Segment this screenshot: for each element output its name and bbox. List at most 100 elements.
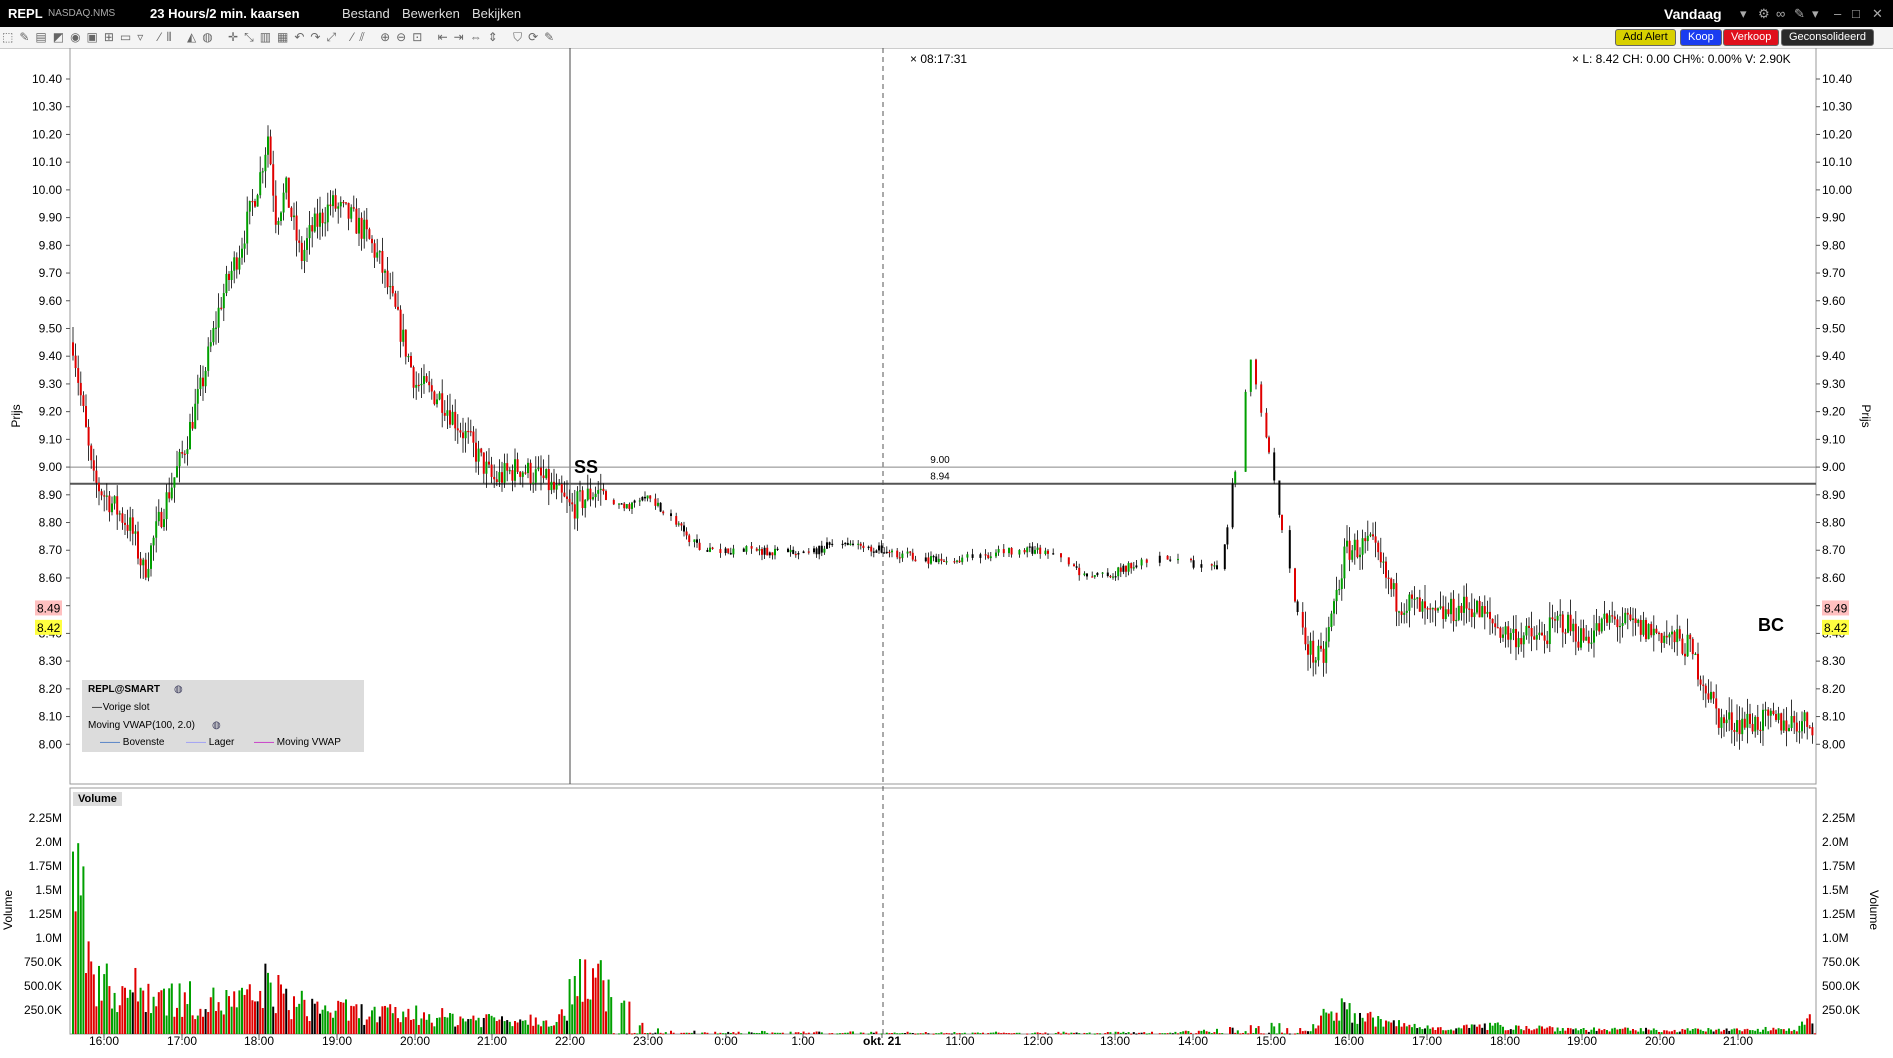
volume-bar [1814,1033,1816,1035]
close-icon[interactable]: ✕ [1872,6,1883,22]
volume-bar [1125,1033,1127,1035]
volume-bar [581,1001,584,1034]
volume-bar [1624,1027,1627,1034]
sell-button[interactable]: Verkoop [1723,29,1780,46]
candle-body [82,395,85,406]
gear-icon[interactable]: ⚙ [1758,6,1770,22]
volume-bar [542,1020,545,1034]
candle-body [1660,633,1663,643]
candle-body [857,543,860,545]
candle-body [157,511,160,522]
candle-body [628,504,631,509]
consolidated-button[interactable]: Geconsolideerd [1781,29,1875,46]
candle-body [456,428,459,431]
y-tick-label: 8.60 [39,571,63,585]
candle-body [1366,535,1369,542]
pin-icon[interactable]: ✎ [1794,6,1805,22]
volume-bar [204,1009,207,1034]
candle-body [940,558,943,561]
volume-bar [142,990,145,1034]
volume-bar [818,1031,821,1034]
volume-bar [1031,1033,1034,1035]
buy-button[interactable]: Koop [1680,29,1722,46]
minimize-icon[interactable]: – [1834,6,1841,21]
volume-bar [436,1017,438,1034]
candle-body [930,556,932,564]
price-chart[interactable]: 10.40 10.40 10.30 10.30 10.20 10.20 10.10 10.10… [0,48,1893,1058]
volume-bar [1736,1028,1738,1034]
volume-bar [1712,1031,1715,1034]
range-dropdown[interactable]: Vandaag [1664,6,1722,22]
volume-bar [1184,1030,1187,1034]
exchange-label[interactable]: NASDAQ.NMS [48,8,115,19]
legend-upper: —— Bovenste [100,737,165,748]
candle-body [997,549,1000,553]
volume-bar [1078,1033,1081,1035]
candle-body [163,519,165,528]
candle-body [1509,632,1512,640]
candle-body [77,368,80,383]
volume-bar [178,983,181,1034]
candle-body [204,370,207,387]
y-tick-label: 9.10 [39,432,63,446]
maximize-icon[interactable]: □ [1852,6,1860,21]
symbol-label[interactable]: REPL [8,6,43,21]
period-dropdown[interactable]: 23 Hours/2 min. kaarsen [150,6,300,21]
candle-body [1390,578,1393,590]
volume-bar [1442,1030,1445,1034]
price-panel [69,48,1817,785]
volume-bar [1717,1028,1720,1034]
menu-file[interactable]: Bestand [342,6,390,21]
volume-bar [1047,1033,1049,1035]
add-alert-button[interactable]: Add Alert [1615,29,1676,46]
dropdown-arrow-icon[interactable]: ▾ [1740,6,1747,22]
volume-bar [1626,1027,1629,1034]
volume-bar [1525,1026,1528,1034]
volume-bar [365,1019,368,1034]
volume-bar [1762,1029,1764,1034]
volume-bar [919,1033,922,1035]
volume-bar [563,1015,566,1034]
volume-bar [1216,1028,1218,1034]
volume-bar [579,959,581,1034]
candle-body [1023,549,1026,553]
volume-bar [1083,1032,1086,1034]
volume-bar [909,1032,912,1034]
candle-body [443,412,446,416]
candle-body [1782,720,1785,731]
y-tick-label: 9.30 [1822,377,1846,391]
candle-body [1790,716,1793,728]
candle-body [1122,565,1125,572]
candle-body [612,499,615,505]
candle-body [1629,614,1632,620]
volume-bar [1473,1024,1476,1034]
drawing-tools-icon[interactable]: ⬚✎▤◩◉▣⊞▭▿ ⁄⫴ ◭◍ ✛⤡▥▦↶↷⤢ ⁄⫽ ⊕⊖⊡ ⇤⇥⇔⇕ ⛉⟳✎ [2,30,560,45]
candle-body [183,453,186,455]
link-icon[interactable]: ∞ [1776,6,1785,21]
menu-edit[interactable]: Bewerken [402,6,460,21]
candle-body [750,546,753,549]
candle-body [290,207,293,218]
candle-body [516,459,519,472]
candle-body [212,328,215,343]
candle-body [534,469,537,483]
volume-bar [1509,1029,1512,1034]
candle-body [1325,641,1328,663]
volume-bar [922,1033,925,1035]
menu-view[interactable]: Bekijken [472,6,521,21]
volume-bar [1200,1030,1203,1034]
volume-bar [719,1032,722,1034]
chart-legend[interactable]: REPL@SMART ◍ — Vorige slot Moving VWAP(1… [82,680,364,752]
volume-bar [1764,1026,1767,1034]
volume-bar [129,989,132,1034]
candle-body [1699,679,1702,685]
chevron-down-icon[interactable]: ▾ [1812,6,1819,22]
candle-body [633,500,636,503]
volume-bar [1600,1030,1603,1034]
volume-bar [1281,1032,1283,1034]
price-tag-label: 8.42 [1824,621,1848,635]
volume-bar [1699,1029,1702,1034]
candle-body [381,250,384,273]
volume-bar [1421,1029,1424,1034]
candle-body [1158,555,1161,563]
